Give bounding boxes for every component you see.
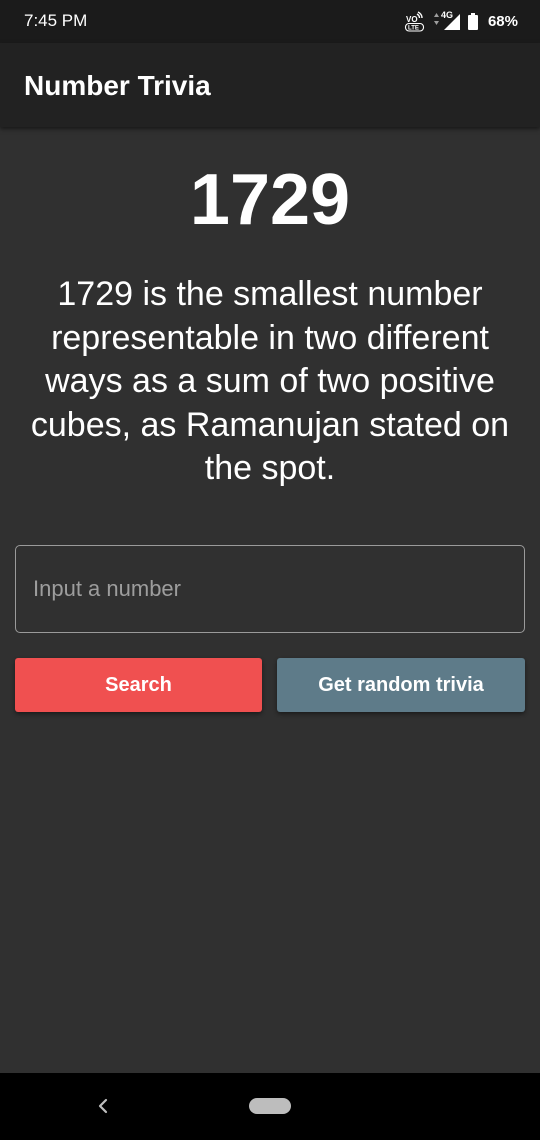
- trivia-number: 1729: [189, 160, 351, 240]
- number-input[interactable]: [15, 545, 525, 633]
- status-icons: VO LTE 4G 68%: [404, 9, 518, 33]
- network-type-label: 4G: [440, 10, 453, 20]
- home-pill-icon[interactable]: [249, 1098, 291, 1114]
- battery-icon: [467, 12, 478, 30]
- svg-text:LTE: LTE: [408, 26, 419, 32]
- search-button[interactable]: Search: [15, 658, 262, 712]
- navigation-bar: [0, 1073, 540, 1140]
- random-trivia-button[interactable]: Get random trivia: [277, 658, 525, 712]
- app-title: Number Trivia: [24, 70, 211, 101]
- svg-text:VO: VO: [406, 15, 418, 24]
- signal-icon: 4G: [432, 10, 462, 32]
- battery-percentage: 68%: [487, 12, 518, 30]
- app-bar: Number Trivia: [0, 43, 540, 127]
- status-bar: 7:45 PM VO LTE 4G 68%: [0, 0, 540, 43]
- back-icon[interactable]: [93, 1093, 113, 1119]
- volte-icon: VO LTE: [404, 10, 426, 32]
- status-time: 7:45 PM: [24, 11, 88, 30]
- trivia-text: 1729 is the smallest number representabl…: [30, 275, 510, 487]
